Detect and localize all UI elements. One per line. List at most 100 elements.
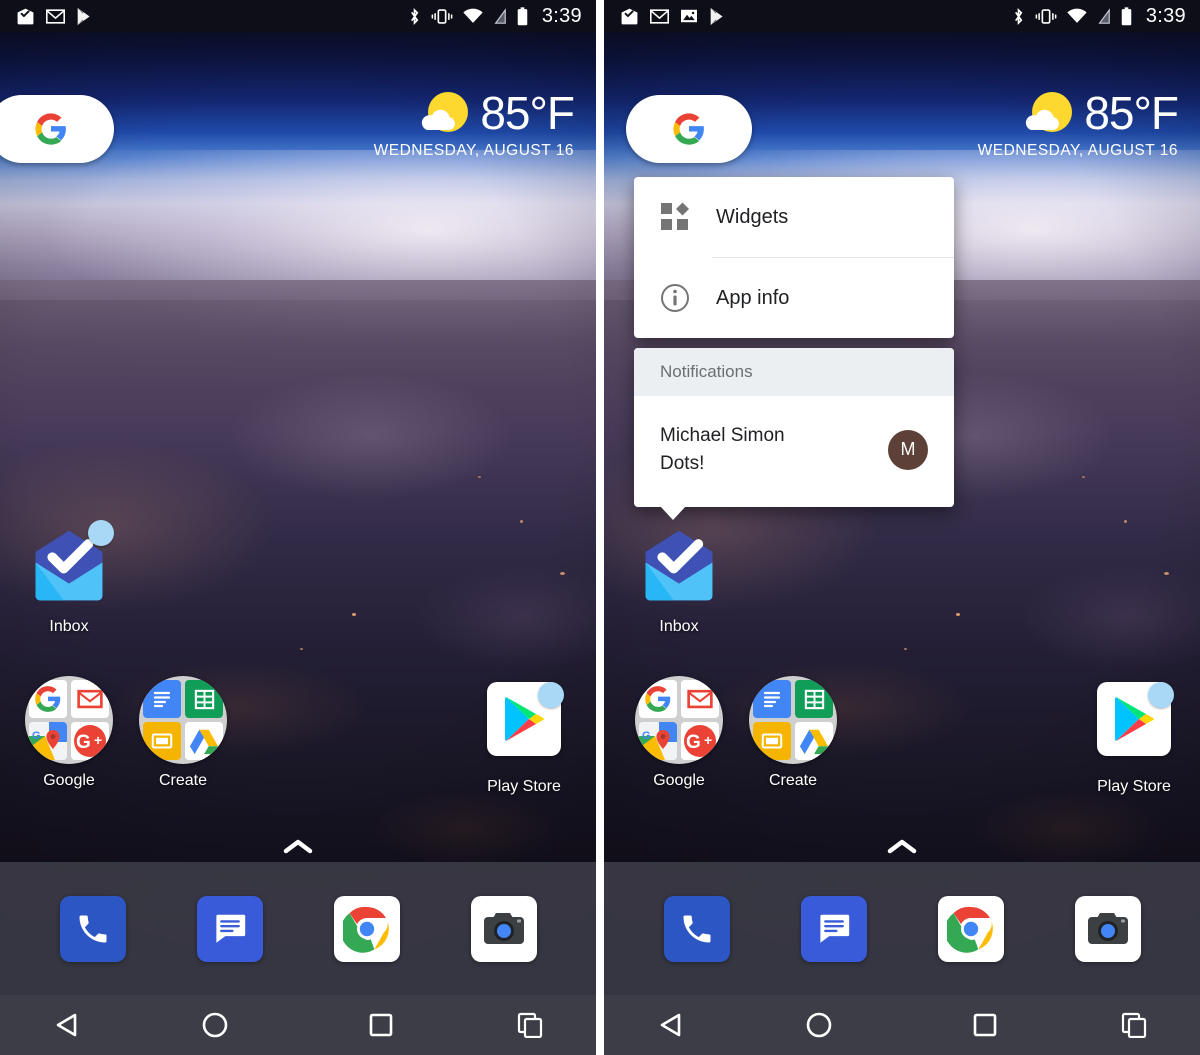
chevron-up-icon[interactable] (885, 837, 919, 857)
app-label: Play Store (1097, 778, 1171, 795)
popup-tail (660, 506, 686, 521)
nav-recents-button[interactable] (297, 995, 464, 1055)
nav-home-button[interactable] (132, 995, 297, 1055)
folder-google[interactable]: G G + Google (621, 676, 737, 790)
folder-label: Google (43, 772, 95, 789)
notification-title: Michael Simon (660, 425, 785, 446)
signal-off-icon (494, 7, 506, 24)
google-docs-icon (143, 680, 181, 718)
google-maps-icon: G (639, 722, 677, 760)
folder-label: Create (158, 772, 208, 789)
gmail-icon (71, 680, 109, 718)
partly-cloudy-icon (418, 91, 470, 135)
google-search-widget[interactable] (0, 95, 114, 163)
folder-label: Create (768, 772, 818, 789)
nav-split-screen-button[interactable] (464, 995, 596, 1055)
svg-text:G: G (686, 732, 701, 753)
dock (0, 862, 596, 995)
split-screen-icon (1121, 1012, 1147, 1038)
app-play-store[interactable]: Play Store (466, 676, 582, 796)
app-label: Inbox (659, 618, 699, 635)
google-search-icon (29, 680, 67, 718)
wifi-icon (463, 8, 483, 23)
app-inbox[interactable]: Inbox (621, 522, 737, 636)
app-label: Inbox (49, 618, 89, 635)
menu-item-label: Widgets (716, 205, 789, 228)
shortcut-menu: Widgets App info (634, 177, 954, 338)
folder-create[interactable]: Create (735, 676, 851, 790)
partly-cloudy-icon (1022, 91, 1074, 135)
status-system-icons: 3:39 (408, 5, 582, 28)
google-plus-icon: G + (681, 722, 719, 760)
chevron-up-icon[interactable] (281, 837, 315, 857)
google-slides-icon (753, 722, 791, 760)
widgets-icon (661, 202, 689, 230)
menu-item-widgets[interactable]: Widgets (634, 177, 954, 257)
photos-icon (681, 9, 697, 23)
bluetooth-icon (410, 7, 419, 25)
status-bar: 3:39 (604, 0, 1200, 32)
wifi-icon (1067, 8, 1087, 23)
back-triangle-icon (56, 1013, 77, 1037)
dock-item-phone[interactable] (59, 895, 126, 962)
nav-home-button[interactable] (736, 995, 901, 1055)
home-circle-icon (806, 1012, 831, 1038)
google-search-icon (639, 680, 677, 718)
folder-create[interactable]: Create (125, 676, 241, 790)
folder-google[interactable]: G G + Google (11, 676, 127, 790)
notifications-header-label: Notifications (660, 362, 753, 381)
comparison-screenshot: 3:39 85°F WEDNESDAY, AUGUST 16 Inbox G G… (0, 0, 1200, 1055)
svg-text:+: + (94, 732, 102, 748)
dock-item-chrome[interactable] (333, 895, 400, 962)
nav-split-screen-button[interactable] (1068, 995, 1200, 1055)
phone-screen-left: 3:39 85°F WEDNESDAY, AUGUST 16 Inbox G G… (0, 0, 596, 1055)
phone-screen-right: 3:39 85°F WEDNESDAY, AUGUST 16 Widgets A… (604, 0, 1200, 1055)
vibrate-icon (431, 8, 453, 24)
gmail-icon (681, 680, 719, 718)
home-circle-icon (202, 1012, 227, 1038)
weather-widget[interactable]: 85°F WEDNESDAY, AUGUST 16 (374, 87, 575, 160)
google-sheets-icon (795, 680, 833, 718)
status-system-icons: 3:39 (1012, 5, 1186, 28)
navigation-bar (604, 995, 1200, 1055)
play-store-icon (77, 7, 90, 25)
nav-back-button[interactable] (0, 995, 132, 1055)
dock-item-camera[interactable] (1074, 895, 1141, 962)
menu-item-app-info[interactable]: App info (634, 258, 954, 338)
temperature-value: 85°F (1084, 87, 1179, 139)
navigation-bar (0, 995, 596, 1055)
google-g-logo (35, 113, 66, 145)
weather-date: WEDNESDAY, AUGUST 16 (977, 142, 1178, 159)
google-search-widget[interactable] (626, 95, 752, 163)
temperature-value: 85°F (480, 87, 575, 139)
dock-item-messages[interactable] (196, 895, 263, 962)
bluetooth-icon (1014, 7, 1023, 25)
menu-item-label: App info (716, 286, 790, 309)
notifications-header: Notifications (634, 348, 954, 396)
dock-item-phone[interactable] (663, 895, 730, 962)
nav-back-button[interactable] (604, 995, 736, 1055)
google-g-logo (673, 113, 704, 145)
google-sheets-icon (185, 680, 223, 718)
status-clock: 3:39 (1145, 4, 1186, 27)
app-inbox[interactable]: Inbox (11, 520, 127, 636)
dock-item-camera[interactable] (470, 895, 537, 962)
status-clock: 3:39 (541, 4, 582, 27)
folder-label: Google (653, 772, 705, 789)
nav-recents-button[interactable] (901, 995, 1068, 1055)
split-screen-icon (517, 1012, 543, 1038)
dock-item-messages[interactable] (800, 895, 867, 962)
status-notification-icons (620, 7, 726, 26)
play-store-icon (710, 7, 723, 25)
app-label: Play Store (487, 778, 561, 795)
svg-text:G: G (76, 732, 91, 753)
weather-widget[interactable]: 85°F WEDNESDAY, AUGUST 16 (977, 87, 1179, 160)
recents-square-icon (369, 1013, 392, 1037)
app-play-store[interactable]: Play Store (1076, 676, 1192, 796)
google-drive-icon (185, 722, 223, 760)
signal-off-icon (1098, 7, 1110, 24)
dock-item-chrome[interactable] (937, 895, 1004, 962)
back-triangle-icon (660, 1013, 681, 1037)
notification-preview-card[interactable]: Notifications Michael Simon Dots! M (634, 348, 954, 521)
battery-icon (1121, 6, 1132, 25)
